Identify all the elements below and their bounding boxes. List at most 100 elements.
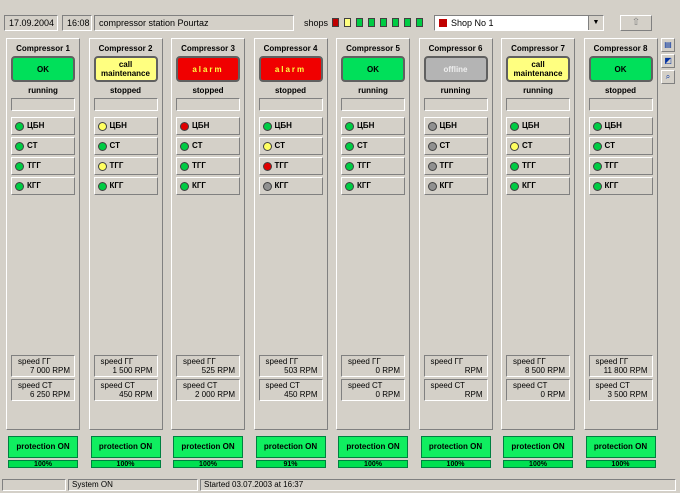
status-button[interactable]: OK [11, 56, 75, 82]
status-led-icon [592, 142, 602, 151]
speed-ct-readout: speed СТ 0 RPM [506, 379, 570, 401]
subsystem-indicator[interactable]: ТГГ [341, 157, 405, 175]
started-status: Started 03.07.2003 at 16:37 [200, 479, 676, 491]
speed-gg-readout: speed ГГ 0 RPM [341, 355, 405, 377]
status-led-icon [15, 122, 24, 131]
subsystem-indicator[interactable]: ТГГ [11, 157, 75, 175]
message-field [506, 98, 570, 111]
subsystem-indicator[interactable]: ЦБН [341, 117, 405, 135]
subsystem-indicator[interactable]: ЦБН [93, 117, 158, 135]
subsystem-indicator[interactable]: КГГ [93, 177, 158, 195]
subsystem-indicator[interactable]: КГГ [506, 177, 570, 195]
compressor-name: Compressor 7 [511, 44, 565, 53]
status-label: alarm [274, 64, 307, 74]
subsystem-label: ТГГ [192, 161, 206, 170]
subsystem-indicator[interactable]: СТ [258, 137, 323, 155]
status-button[interactable]: offline [423, 56, 488, 82]
status-led-icon [15, 162, 24, 171]
status-button[interactable]: call maintenance [506, 56, 570, 82]
protection-percent: 100% [364, 461, 382, 468]
status-button[interactable]: alarm [176, 56, 240, 82]
subsystem-indicator[interactable]: КГГ [423, 177, 488, 195]
report-icon[interactable]: ▤ [661, 38, 675, 52]
compressor-name: Compressor 3 [181, 44, 235, 53]
subsystem-label: СТ [357, 141, 368, 150]
shop-select[interactable]: Shop No 1 ▼ [434, 15, 604, 31]
compressor-panel: Compressor 3 alarm stopped ЦБН СТ ТГГ КГГ speed… [171, 38, 245, 430]
subsystem-indicator[interactable]: ТГГ [423, 157, 488, 175]
subsystem-indicator[interactable]: СТ [341, 137, 405, 155]
protection-percent: 100% [446, 461, 465, 468]
subsystem-indicator[interactable]: ТГГ [588, 157, 653, 175]
protection-button[interactable]: protection ON [338, 436, 408, 458]
subsystem-indicator[interactable]: ТГГ [176, 157, 240, 175]
subsystem-indicator[interactable]: ЦБН [258, 117, 323, 135]
protection-percent: 100% [199, 461, 217, 468]
speed-gg-label: speed ГГ [430, 357, 464, 366]
dropdown-arrow-icon[interactable]: ▼ [588, 16, 603, 30]
status-button[interactable]: call maintenance [93, 56, 158, 82]
protection-percent-bar: 100% [173, 460, 243, 468]
subsystem-indicator[interactable]: СТ [423, 137, 488, 155]
shop-indicator[interactable] [356, 18, 363, 27]
zoom-icon[interactable]: ⌕ [661, 70, 675, 84]
status-led-icon [427, 162, 437, 171]
subsystem-indicator[interactable]: ТГГ [506, 157, 570, 175]
speed-ct-value: 6 250 RPM [29, 390, 70, 399]
subsystem-indicator[interactable]: КГГ [258, 177, 323, 195]
time-field: 16:08 [62, 15, 92, 31]
subsystem-label: СТ [109, 141, 120, 150]
shop-indicator[interactable] [416, 18, 423, 27]
protection-button[interactable]: protection ON [255, 436, 326, 458]
speed-gg-value: 8 500 RPM [524, 366, 565, 375]
shop-indicator[interactable] [332, 18, 339, 27]
speed-gg-label: speed ГГ [18, 357, 51, 366]
subsystem-indicator[interactable]: КГГ [588, 177, 653, 195]
status-led-icon [510, 122, 519, 131]
speed-gg-value: 503 RPM [284, 366, 318, 375]
shop-indicator[interactable] [344, 18, 351, 27]
subsystem-indicator[interactable]: КГГ [176, 177, 240, 195]
subsystem-indicator[interactable]: ТГГ [93, 157, 158, 175]
subsystem-indicator[interactable]: СТ [11, 137, 75, 155]
subsystem-indicator[interactable]: СТ [588, 137, 653, 155]
arrow-up-icon[interactable]: ⇧ [620, 15, 652, 31]
shop-indicator[interactable] [404, 18, 411, 27]
protection-percent-bar: 91% [255, 460, 326, 468]
chart-icon[interactable]: ◩ [661, 54, 675, 68]
subsystem-indicator[interactable]: ЦБН [506, 117, 570, 135]
subsystem-indicator[interactable]: ЦБН [423, 117, 488, 135]
toolbar: 17.09.2004 16:08 compressor station Pour… [0, 0, 680, 34]
subsystem-indicator[interactable]: ЦБН [176, 117, 240, 135]
status-button[interactable]: alarm [258, 56, 323, 82]
protection-button[interactable]: protection ON [8, 436, 78, 458]
protection-button[interactable]: protection ON [173, 436, 243, 458]
subsystem-indicator[interactable]: СТ [176, 137, 240, 155]
subsystem-indicator[interactable]: КГГ [341, 177, 405, 195]
subsystem-indicator[interactable]: КГГ [11, 177, 75, 195]
message-field [341, 98, 405, 111]
protection-button[interactable]: protection ON [503, 436, 573, 458]
subsystem-indicator[interactable]: ЦБН [11, 117, 75, 135]
protection-percent-bar: 100% [8, 460, 78, 468]
protection-button[interactable]: protection ON [420, 436, 491, 458]
subsystem-indicator[interactable]: СТ [506, 137, 570, 155]
shop-indicator[interactable] [380, 18, 387, 27]
status-led-icon [510, 162, 519, 171]
subsystem-indicator[interactable]: СТ [93, 137, 158, 155]
shop-indicator[interactable] [368, 18, 375, 27]
status-button[interactable]: OK [341, 56, 405, 82]
subsystem-label: СТ [604, 141, 615, 150]
speed-ct-value: 450 RPM [119, 390, 153, 399]
speed-ct-label: speed СТ [183, 381, 218, 390]
subsystem-indicator[interactable]: ЦБН [588, 117, 653, 135]
protection-button[interactable]: protection ON [90, 436, 161, 458]
protection-button[interactable]: protection ON [585, 436, 656, 458]
protection-percent: 100% [116, 461, 135, 468]
protection-percent-bar: 100% [90, 460, 161, 468]
status-button[interactable]: OK [588, 56, 653, 82]
shop-indicator[interactable] [392, 18, 399, 27]
compressor-name: Compressor 2 [98, 44, 153, 53]
subsystem-indicator[interactable]: ТГГ [258, 157, 323, 175]
protection-percent: 100% [34, 461, 52, 468]
